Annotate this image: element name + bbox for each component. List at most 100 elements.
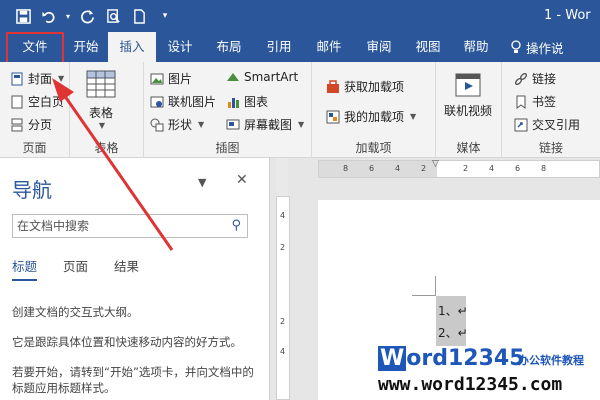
blank-page-icon [11, 95, 23, 108]
my-addins-button[interactable]: 我的加载项 ▼ [326, 108, 416, 125]
print-preview-icon [106, 8, 120, 23]
cross-reference-button[interactable]: 交叉引用 [514, 116, 580, 133]
tab-insert[interactable]: 插入 [108, 32, 156, 62]
ruler-tick: 2 [280, 243, 286, 252]
page-break-button[interactable]: 分页 [10, 116, 52, 133]
redo-icon [80, 9, 94, 23]
screenshot-button[interactable]: 屏幕截图 ▼ [226, 116, 304, 133]
horizontal-ruler[interactable]: 8 6 4 2 2 4 6 8 ▽ [318, 159, 600, 178]
list-item[interactable]: 2、↵ [438, 324, 468, 341]
chart-icon [228, 97, 239, 108]
group-links: 链接 书签 交叉引用 链接 [502, 62, 600, 158]
group-illustrations: 图片 联机图片 形状 ▼ SmartArt 图表 屏幕截图 ▼ 插图 [144, 62, 312, 158]
ruler-tick: 6 [515, 164, 521, 173]
smartart-button[interactable]: SmartArt [226, 70, 298, 84]
window-title: 1 - Wor [544, 8, 591, 23]
vertical-ruler[interactable]: 4 2 2 4 [276, 196, 290, 400]
screenshot-icon [226, 119, 240, 129]
nav-help-text-2: 它是跟踪具体位置和快速移动内容的好方式。 [12, 335, 242, 349]
tab-layout[interactable]: 布局 [204, 32, 254, 62]
ribbon-tabs: 文件 开始 插入 设计 布局 引用 邮件 审阅 视图 帮助 操作说 [0, 32, 600, 62]
lightbulb-icon [511, 40, 521, 53]
watermark: Word12345 办公软件教程 www.word12345.com [378, 344, 600, 400]
save-icon [15, 8, 31, 24]
search-icon[interactable]: ⚲ [231, 218, 241, 233]
nav-tabs: 标题 页面 结果 [12, 256, 139, 281]
nav-search-input[interactable] [17, 219, 213, 233]
blank-page-button[interactable]: 空白页 [10, 93, 64, 110]
nav-tab-results[interactable]: 结果 [114, 256, 139, 281]
customize-qat-button[interactable]: ▾ [152, 3, 178, 29]
bookmark-icon [516, 95, 526, 109]
tab-home[interactable]: 开始 [64, 32, 108, 62]
ruler-tick: 8 [343, 164, 349, 173]
ribbon-insert: 封面 ▼ 空白页 分页 页面 表格 ▼ 表格 图片 联机图片 形状 ▼ Smar… [0, 62, 600, 158]
nav-tab-headings[interactable]: 标题 [12, 256, 38, 281]
tell-me-label: 操作说 [526, 40, 564, 56]
title-bar: ▾ ▾ 1 - Wor [0, 0, 600, 32]
ruler-tick: 4 [395, 164, 401, 173]
tab-design[interactable]: 设计 [156, 32, 204, 62]
chart-button[interactable]: 图表 [226, 93, 268, 110]
chevron-down-icon: ▼ [410, 112, 417, 121]
get-addins-button[interactable]: 获取加载项 [326, 78, 404, 95]
shapes-icon [150, 118, 164, 131]
redo-button[interactable] [74, 3, 100, 29]
indent-marker[interactable]: ▽ [432, 159, 439, 169]
watermark-brand: Word12345 [378, 346, 525, 371]
tab-review[interactable]: 审阅 [354, 32, 404, 62]
addins-icon [326, 110, 340, 123]
group-illustrations-label: 插图 [215, 141, 240, 155]
chevron-down-icon: ▼ [198, 120, 205, 129]
nav-options-button[interactable]: ▼ [198, 176, 206, 189]
chevron-down-icon: ▼ [298, 120, 305, 129]
group-pages: 封面 ▼ 空白页 分页 页面 [0, 62, 70, 158]
tab-view[interactable]: 视图 [404, 32, 452, 62]
print-preview-button[interactable] [100, 3, 126, 29]
page-break-icon [11, 118, 23, 131]
tab-references[interactable]: 引用 [254, 32, 304, 62]
link-icon [514, 72, 528, 85]
ruler-tick: 2 [280, 317, 286, 326]
list-item[interactable]: 1、↵ [438, 302, 468, 319]
ruler-tick: 2 [421, 164, 427, 173]
ruler-tick: 6 [369, 164, 375, 173]
nav-close-button[interactable]: ✕ [236, 172, 248, 188]
group-addins: 获取加载项 我的加载项 ▼ 加载项 [312, 62, 436, 158]
cross-reference-icon [514, 118, 528, 131]
online-video-button[interactable]: 联机视频 [444, 72, 492, 119]
save-button[interactable] [10, 3, 36, 29]
nav-tab-pages[interactable]: 页面 [63, 256, 88, 281]
group-addins-label: 加载项 [355, 141, 392, 155]
nav-help-text-3: 若要开始，请转到“开始”选项卡，并向文档中的标题应用标题样式。 [12, 365, 254, 395]
cover-page-button[interactable]: 封面 ▼ [10, 70, 64, 87]
watermark-tagline: 办公软件教程 [518, 354, 584, 367]
table-button[interactable]: 表格 ▼ [86, 70, 116, 130]
navigation-pane: 导航 ▼ ✕ ⚲ 标题 页面 结果 创建文档的交互式大纲。 它是跟踪具体位置和快… [0, 158, 270, 400]
shapes-button[interactable]: 形状 ▼ [150, 116, 204, 133]
ruler-tick: 4 [489, 164, 495, 173]
chevron-down-icon: ▼ [98, 121, 106, 130]
group-pages-label: 页面 [22, 141, 47, 155]
new-document-button[interactable] [126, 3, 152, 29]
undo-button[interactable] [36, 3, 62, 29]
video-icon [455, 73, 481, 97]
table-icon [86, 70, 116, 98]
tab-help[interactable]: 帮助 [452, 32, 500, 62]
nav-title: 导航 [12, 178, 52, 202]
online-picture-icon [150, 96, 164, 107]
new-document-icon [133, 8, 145, 24]
undo-icon [42, 11, 55, 23]
ruler-tick: 4 [280, 211, 286, 220]
smartart-icon [227, 73, 239, 81]
undo-dropdown[interactable]: ▾ [62, 3, 74, 29]
link-button[interactable]: 链接 [514, 70, 556, 87]
bookmark-button[interactable]: 书签 [514, 93, 556, 110]
nav-help-text-1: 创建文档的交互式大纲。 [12, 305, 139, 319]
ruler-margin-left [319, 161, 437, 177]
online-picture-button[interactable]: 联机图片 [150, 93, 216, 110]
tab-mailings[interactable]: 邮件 [304, 32, 354, 62]
picture-button[interactable]: 图片 [150, 70, 192, 87]
group-media-label: 媒体 [456, 141, 481, 155]
tell-me-search[interactable]: 操作说 [500, 32, 564, 62]
